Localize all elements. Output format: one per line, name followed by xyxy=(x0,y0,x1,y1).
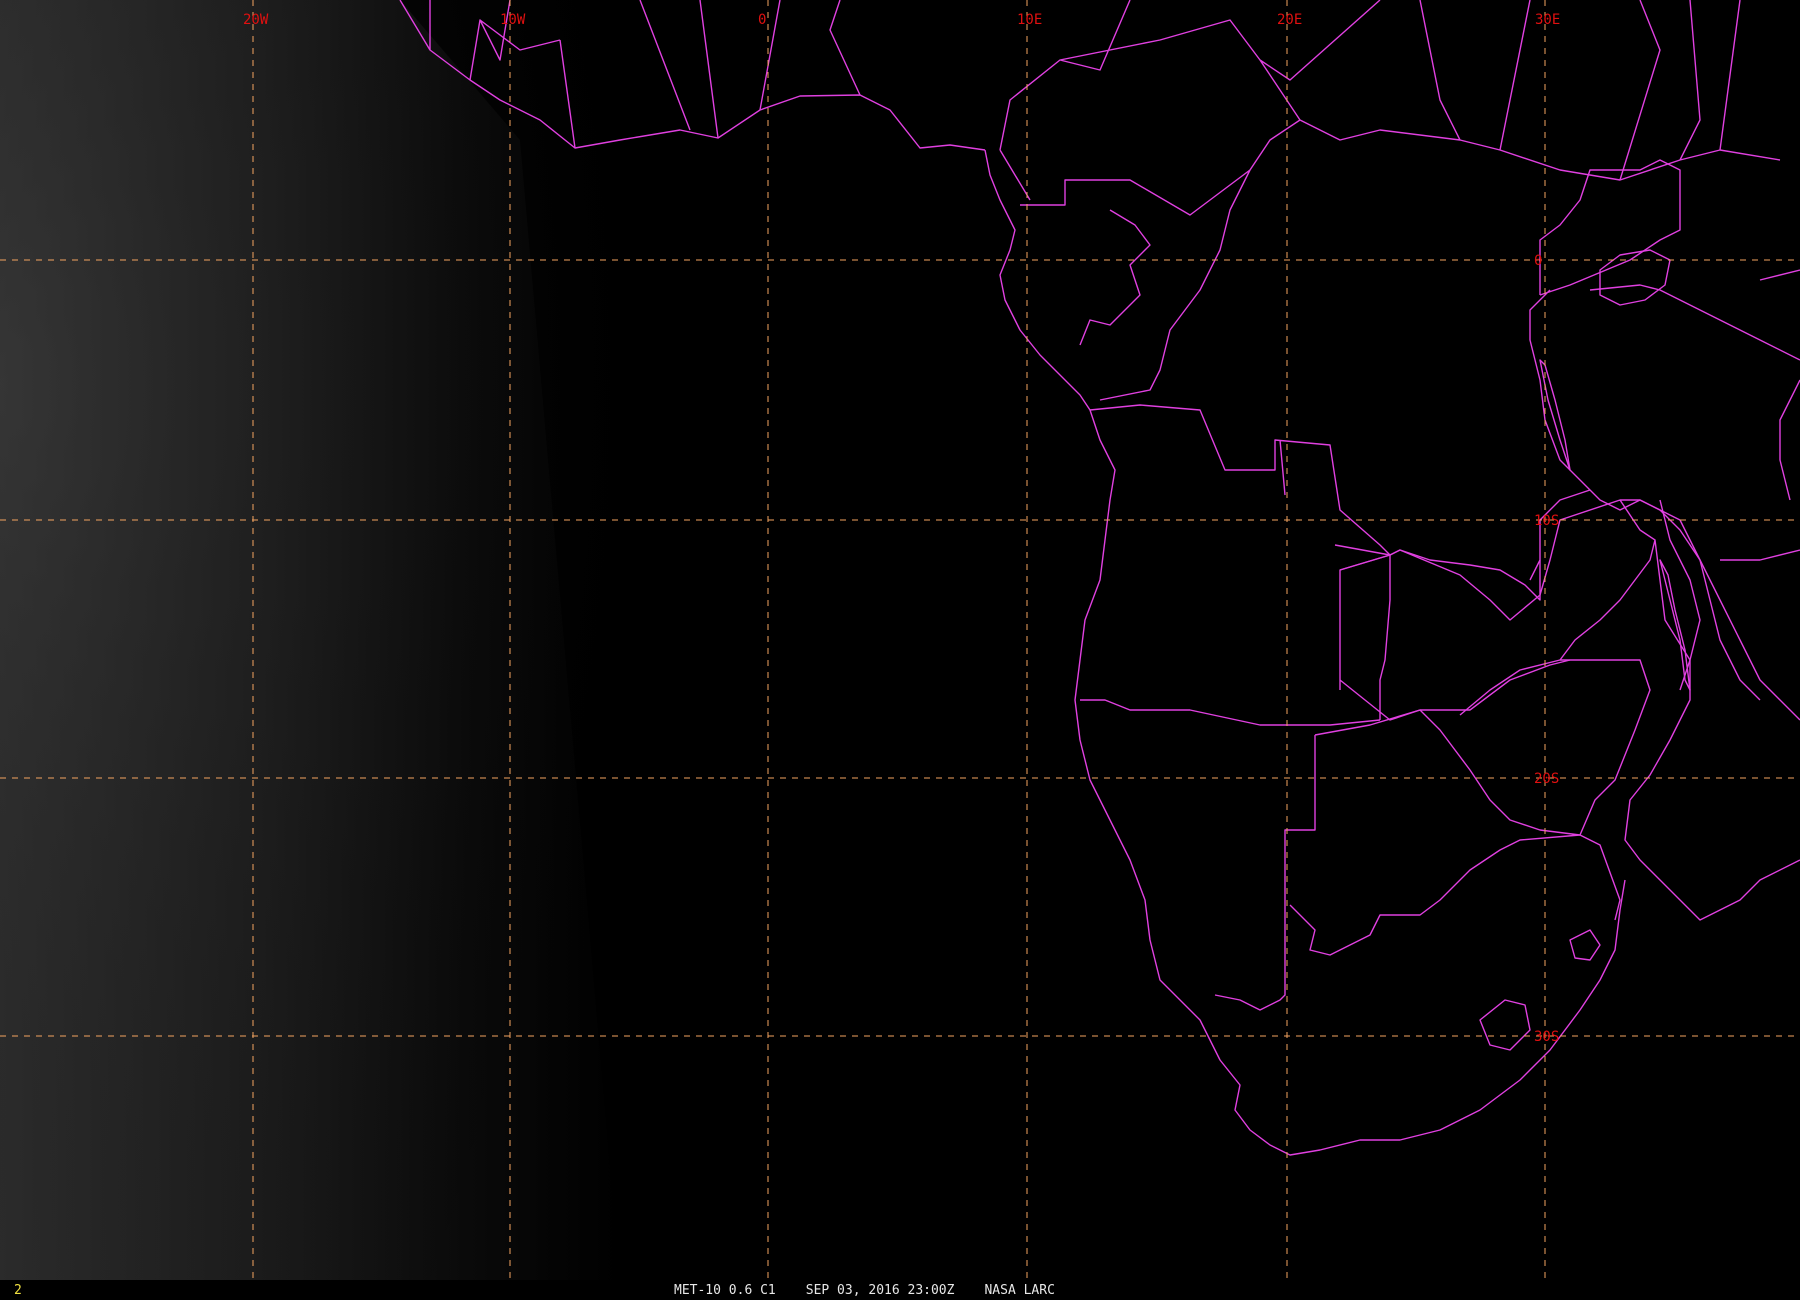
latitude-label: 20S xyxy=(1534,771,1559,787)
longitude-label: 10W xyxy=(500,12,526,28)
satellite-channel: MET-10 0.6 C1 xyxy=(674,1283,776,1298)
longitude-label: 30E xyxy=(1535,12,1560,28)
latitude-label: 10S xyxy=(1534,513,1559,529)
longitude-label: 20E xyxy=(1277,12,1302,28)
agency-credit: NASA LARC xyxy=(984,1283,1055,1298)
satellite-map-view[interactable]: 20W 10W 0 10E 20E 30E 0 10S 20S 30S xyxy=(0,0,1800,1280)
status-bar: 2 MET-10 0.6 C1 SEP 03, 2016 23:00Z NASA L… xyxy=(0,1280,1800,1300)
longitude-label: 10E xyxy=(1017,12,1042,28)
latitude-label: 30S xyxy=(1534,1029,1559,1045)
map-canvas: 20W 10W 0 10E 20E 30E 0 10S 20S 30S xyxy=(0,0,1800,1280)
image-datetime: SEP 03, 2016 23:00Z xyxy=(805,1283,955,1298)
latitude-label: 0 xyxy=(1534,253,1542,269)
longitude-label: 20W xyxy=(243,12,269,28)
image-caption: MET-10 0.6 C1 SEP 03, 2016 23:00Z NASA LAR… xyxy=(674,1283,1085,1298)
longitude-label: 0 xyxy=(758,12,766,28)
frame-number: 2 xyxy=(14,1283,22,1298)
